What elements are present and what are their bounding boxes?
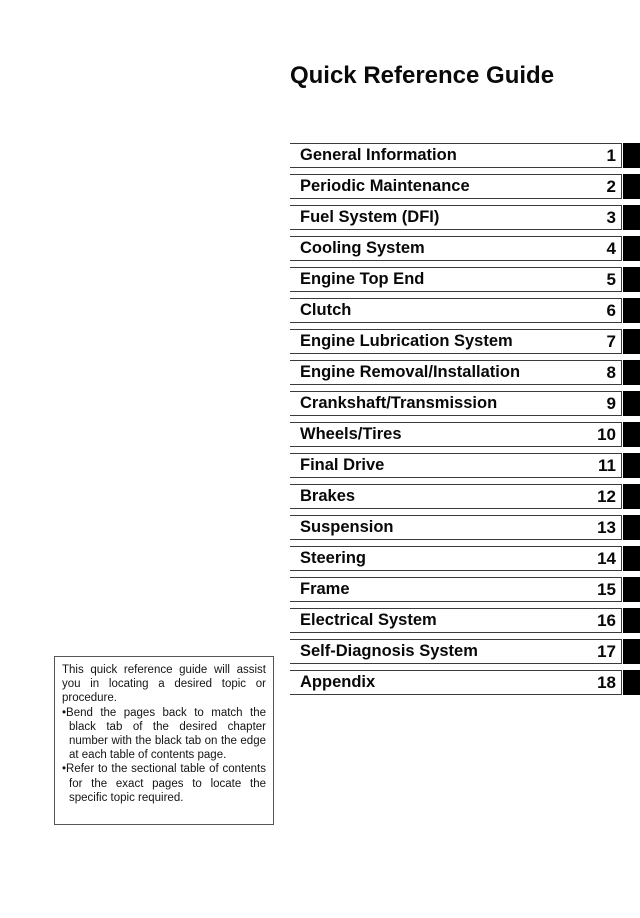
- chapter-number: 5: [606, 269, 616, 289]
- chapter-label: Final Drive: [300, 456, 385, 474]
- chapter-row-box: Final Drive 11: [290, 453, 622, 478]
- chapter-index-row[interactable]: Periodic Maintenance 2: [290, 174, 640, 199]
- chapter-index-row[interactable]: Frame 15: [290, 577, 640, 602]
- chapter-index-row[interactable]: Cooling System 4: [290, 236, 640, 261]
- chapter-row-box: Engine Lubrication System 7: [290, 329, 622, 354]
- chapter-row-box: Brakes 12: [290, 484, 622, 509]
- chapter-black-tab: [623, 360, 640, 385]
- chapter-index-row[interactable]: Engine Top End 5: [290, 267, 640, 292]
- chapter-index-row[interactable]: Wheels/Tires 10: [290, 422, 640, 447]
- chapter-label: Self-Diagnosis System: [300, 642, 478, 660]
- chapter-label: Engine Removal/Installation: [300, 363, 521, 381]
- chapter-black-tab: [623, 515, 640, 540]
- note-bullet-text: Refer to the sectional table of contents…: [66, 763, 266, 804]
- chapter-index-row[interactable]: Engine Removal/Installation 8: [290, 360, 640, 385]
- chapter-index-row[interactable]: Crankshaft/Transmission 9: [290, 391, 640, 416]
- chapter-black-tab: [623, 577, 640, 602]
- chapter-black-tab: [623, 329, 640, 354]
- chapter-index-row[interactable]: Self-Diagnosis System 17: [290, 639, 640, 664]
- chapter-index-row[interactable]: Final Drive 11: [290, 453, 640, 478]
- chapter-number: 13: [597, 517, 616, 537]
- chapter-index-row[interactable]: Electrical System 16: [290, 608, 640, 633]
- chapter-row-box: Appendix 18: [290, 670, 622, 695]
- note-bullet-text: Bend the pages back to match the black t…: [66, 706, 266, 762]
- chapter-row-box: Crankshaft/Transmission 9: [290, 391, 622, 416]
- chapter-index-row[interactable]: Clutch 6: [290, 298, 640, 323]
- chapter-number: 18: [597, 672, 616, 692]
- chapter-row-box: Suspension 13: [290, 515, 622, 540]
- chapter-label: General Information: [300, 146, 457, 164]
- chapter-index-row[interactable]: Steering 14: [290, 546, 640, 571]
- chapter-label: Crankshaft/Transmission: [300, 394, 498, 412]
- chapter-black-tab: [623, 174, 640, 199]
- chapter-black-tab: [623, 639, 640, 664]
- chapter-number: 9: [606, 393, 616, 413]
- chapter-label: Wheels/Tires: [300, 425, 402, 443]
- note-intro-text: This quick reference guide will assist y…: [62, 664, 266, 705]
- chapter-label: Periodic Maintenance: [300, 177, 470, 195]
- chapter-number: 14: [597, 548, 616, 568]
- chapter-row-box: Self-Diagnosis System 17: [290, 639, 622, 664]
- chapter-label: Cooling System: [300, 239, 425, 257]
- chapter-number: 17: [597, 641, 616, 661]
- chapter-number: 1: [606, 145, 616, 165]
- chapter-row-box: Engine Top End 5: [290, 267, 622, 292]
- chapter-row-box: Engine Removal/Installation 8: [290, 360, 622, 385]
- chapter-black-tab: [623, 267, 640, 292]
- chapter-number: 4: [606, 238, 616, 258]
- chapter-black-tab: [623, 670, 640, 695]
- chapter-label: Brakes: [300, 487, 356, 505]
- chapter-number: 3: [606, 207, 616, 227]
- chapter-black-tab: [623, 484, 640, 509]
- page-title: Quick Reference Guide: [289, 62, 555, 89]
- chapter-index-row[interactable]: General Information 1: [290, 143, 640, 168]
- chapter-row-box: Clutch 6: [290, 298, 622, 323]
- chapter-row-box: Cooling System 4: [290, 236, 622, 261]
- usage-note-box: This quick reference guide will assist y…: [54, 656, 274, 825]
- chapter-label: Appendix: [300, 673, 376, 691]
- chapter-number: 7: [606, 331, 616, 351]
- chapter-number: 15: [597, 579, 616, 599]
- chapter-number: 8: [606, 362, 616, 382]
- chapter-row-box: General Information 1: [290, 143, 622, 168]
- chapter-row-box: Frame 15: [290, 577, 622, 602]
- chapter-number: 16: [597, 610, 616, 630]
- chapter-row-box: Periodic Maintenance 2: [290, 174, 622, 199]
- chapter-label: Steering: [300, 549, 367, 567]
- chapter-label: Electrical System: [300, 611, 437, 629]
- chapter-number: 12: [597, 486, 616, 506]
- chapter-label: Frame: [300, 580, 350, 598]
- chapter-label: Suspension: [300, 518, 394, 536]
- chapter-label: Engine Top End: [300, 270, 425, 288]
- chapter-number: 6: [606, 300, 616, 320]
- chapter-black-tab: [623, 143, 640, 168]
- chapter-index-table: General Information 1 Periodic Maintenance…: [290, 143, 640, 701]
- chapter-label: Engine Lubrication System: [300, 332, 513, 350]
- chapter-black-tab: [623, 422, 640, 447]
- chapter-black-tab: [623, 236, 640, 261]
- chapter-number: 2: [606, 176, 616, 196]
- chapter-index-row[interactable]: Brakes 12: [290, 484, 640, 509]
- chapter-black-tab: [623, 453, 640, 478]
- chapter-row-box: Steering 14: [290, 546, 622, 571]
- chapter-black-tab: [623, 205, 640, 230]
- chapter-number: 10: [597, 424, 616, 444]
- chapter-row-box: Fuel System (DFI) 3: [290, 205, 622, 230]
- chapter-black-tab: [623, 391, 640, 416]
- chapter-index-row[interactable]: Appendix 18: [290, 670, 640, 695]
- chapter-row-box: Electrical System 16: [290, 608, 622, 633]
- chapter-number: 11: [598, 455, 616, 475]
- chapter-label: Fuel System (DFI): [300, 208, 440, 226]
- chapter-black-tab: [623, 546, 640, 571]
- chapter-row-box: Wheels/Tires 10: [290, 422, 622, 447]
- chapter-index-row[interactable]: Engine Lubrication System 7: [290, 329, 640, 354]
- chapter-black-tab: [623, 298, 640, 323]
- chapter-label: Clutch: [300, 301, 352, 319]
- chapter-black-tab: [623, 608, 640, 633]
- note-bullet-item: •Refer to the sectional table of content…: [62, 762, 266, 805]
- note-bullet-item: •Bend the pages back to match the black …: [62, 706, 266, 763]
- chapter-index-row[interactable]: Fuel System (DFI) 3: [290, 205, 640, 230]
- chapter-index-row[interactable]: Suspension 13: [290, 515, 640, 540]
